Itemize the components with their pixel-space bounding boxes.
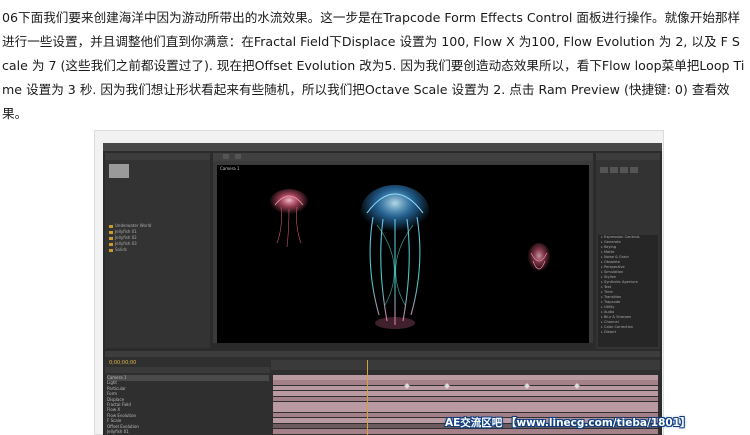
composition-canvas: Camera 1: [217, 165, 589, 343]
time-ruler: [271, 360, 660, 370]
effects-presets-list: Expression ControlsGenerateKeyingMatteNo…: [598, 235, 658, 347]
project-item[interactable]: Underwater World: [109, 223, 207, 228]
info-effects-panel: Expression ControlsGenerateKeyingMatteNo…: [596, 153, 660, 349]
layer-duration-bar[interactable]: [273, 407, 658, 412]
app-titlebar: [103, 143, 662, 151]
project-item-label: Jellyfish 02: [115, 235, 137, 240]
layer-duration-bar[interactable]: [273, 402, 658, 407]
composition-icon: [109, 236, 113, 240]
viewer-toolbar: [213, 343, 593, 349]
jellyfish-render: [269, 185, 551, 329]
jellyfish-right: [527, 243, 551, 275]
project-item-label: Jellyfish 01: [115, 229, 137, 234]
composition-icon: [109, 224, 113, 228]
jellyfish-center: [361, 185, 429, 329]
watermark: AE交流区吧 【www.linecg.com/tieba/1801】: [445, 417, 691, 429]
project-item-label: Solids: [115, 247, 127, 252]
project-item[interactable]: Solids: [109, 247, 207, 252]
composition-icon: [109, 230, 113, 234]
project-item[interactable]: Jellyfish 01: [109, 229, 207, 234]
article-paragraph: 06下面我们要来创建海洋中因为游动所带出的水流效果。这一步是在Trapcode …: [2, 10, 745, 121]
effect-category[interactable]: Distort: [598, 330, 658, 335]
project-panel: Underwater World Jellyfish 01 Jellyfish 02…: [105, 153, 210, 348]
composition-icon: [109, 248, 113, 252]
project-thumbnail: [109, 164, 129, 178]
composition-icon: [109, 242, 113, 246]
layer-duration-bar[interactable]: [273, 391, 658, 396]
project-item[interactable]: Jellyfish 02: [109, 235, 207, 240]
jellyfish-left: [269, 189, 309, 248]
layer-duration-bar[interactable]: [273, 396, 658, 402]
layer-duration-bar[interactable]: [273, 380, 658, 385]
layer-duration-bar[interactable]: [273, 385, 658, 391]
layer-duration-bar[interactable]: [273, 375, 658, 380]
timecode: 0;00;00;00: [109, 360, 137, 366]
project-item-label: Underwater World: [115, 223, 152, 228]
composition-viewer: Camera 1: [213, 153, 593, 349]
timeline-layer[interactable]: Jellyfish 01: [107, 429, 269, 435]
project-item-label: Jellyfish 03: [115, 241, 137, 246]
after-effects-screenshot: Underwater World Jellyfish 01 Jellyfish 02…: [103, 143, 662, 435]
project-item[interactable]: Jellyfish 03: [109, 241, 207, 246]
playhead[interactable]: [367, 360, 368, 435]
active-camera-label: Camera 1: [220, 166, 240, 171]
